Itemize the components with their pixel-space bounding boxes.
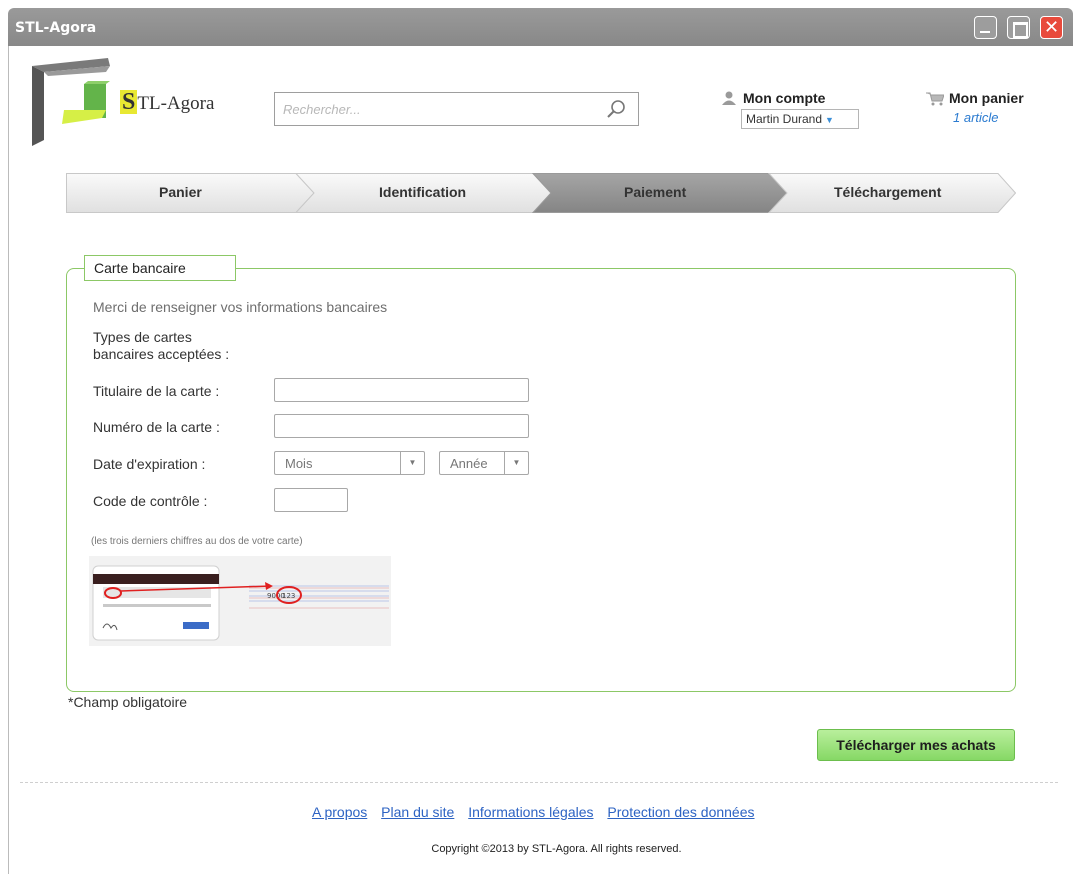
user-dropdown[interactable]: Martin Durand ▼ xyxy=(741,109,859,129)
window-title: STL-Agora xyxy=(15,20,97,36)
card-example-code: 123 xyxy=(282,592,295,600)
minimize-button[interactable] xyxy=(974,16,997,39)
brand-rest: TL-Agora xyxy=(137,93,215,114)
account-label[interactable]: Mon compte xyxy=(722,90,825,106)
cart-count[interactable]: 1 article xyxy=(953,110,999,125)
expiry-month-value: Mois xyxy=(285,456,313,471)
cart-label-text: Mon panier xyxy=(949,90,1024,106)
magnifier-icon[interactable] xyxy=(606,99,626,119)
step-identification[interactable]: Identification xyxy=(379,184,466,200)
user-name: Martin Durand xyxy=(746,112,823,126)
account-label-text: Mon compte xyxy=(743,90,826,106)
holder-input[interactable] xyxy=(274,378,529,402)
cvc-hint: (les trois derniers chiffres au dos de v… xyxy=(91,536,303,547)
footer-link-a-propos[interactable]: A propos xyxy=(312,804,367,820)
dropdown-caret-icon: ▼ xyxy=(825,115,834,125)
copyright: Copyright ©2013 by STL-Agora. All rights… xyxy=(431,843,682,855)
maximize-button[interactable] xyxy=(1007,16,1030,39)
cvc-label: Code de contrôle : xyxy=(93,493,208,509)
user-icon xyxy=(722,91,736,105)
footer-link-informations-legales[interactable]: Informations légales xyxy=(468,804,593,820)
expiry-label: Date d'expiration : xyxy=(93,456,206,472)
footer-link-plan-du-site[interactable]: Plan du site xyxy=(381,804,454,820)
brand-name[interactable]: S TL-Agora xyxy=(120,90,214,115)
close-button[interactable]: ✕ xyxy=(1040,16,1063,39)
window-frame xyxy=(8,46,9,874)
download-purchases-button[interactable]: Télécharger mes achats xyxy=(817,729,1015,761)
chevron-down-icon: ▼ xyxy=(504,452,528,474)
footer-separator xyxy=(20,782,1058,783)
cvc-input[interactable] xyxy=(274,488,348,512)
expiry-month-select[interactable]: Mois ▼ xyxy=(274,451,425,475)
payment-intro: Merci de renseigner vos informations ban… xyxy=(93,299,388,315)
card-types-label: Types de cartes bancaires acceptées : xyxy=(93,329,229,363)
cart-label: Mon panier xyxy=(926,90,1046,106)
cart[interactable]: Mon panier 1 article xyxy=(926,90,1046,125)
card-types-label-line1: Types de cartes xyxy=(93,329,192,345)
card-back-illustration: 9000 123 xyxy=(89,556,391,646)
step-panier[interactable]: Panier xyxy=(159,184,202,200)
footer-links: A propos Plan du site Informations légal… xyxy=(312,804,765,820)
holder-label: Titulaire de la carte : xyxy=(93,383,220,399)
close-icon: ✕ xyxy=(1043,17,1060,37)
search-input[interactable] xyxy=(283,94,603,124)
payment-legend: Carte bancaire xyxy=(84,255,236,281)
expiry-year-value: Année xyxy=(450,456,488,471)
cart-icon xyxy=(926,92,945,106)
search-box xyxy=(274,92,639,126)
step-telechargement[interactable]: Téléchargement xyxy=(834,184,941,200)
footer-link-protection-donnees[interactable]: Protection des données xyxy=(607,804,754,820)
checkout-steps: Panier Identification Paiement Télécharg… xyxy=(66,173,1016,213)
chevron-down-icon: ▼ xyxy=(400,452,424,474)
brand-initial: S xyxy=(120,89,138,115)
step-paiement[interactable]: Paiement xyxy=(624,184,686,200)
logo-icon xyxy=(32,58,110,146)
expiry-year-select[interactable]: Année ▼ xyxy=(439,451,529,475)
card-number-label: Numéro de la carte : xyxy=(93,419,220,435)
card-types-label-line2: bancaires acceptées : xyxy=(93,346,230,362)
window-titlebar: STL-Agora ✕ xyxy=(8,8,1073,46)
required-note: *Champ obligatoire xyxy=(68,694,188,710)
card-number-input[interactable] xyxy=(274,414,529,438)
